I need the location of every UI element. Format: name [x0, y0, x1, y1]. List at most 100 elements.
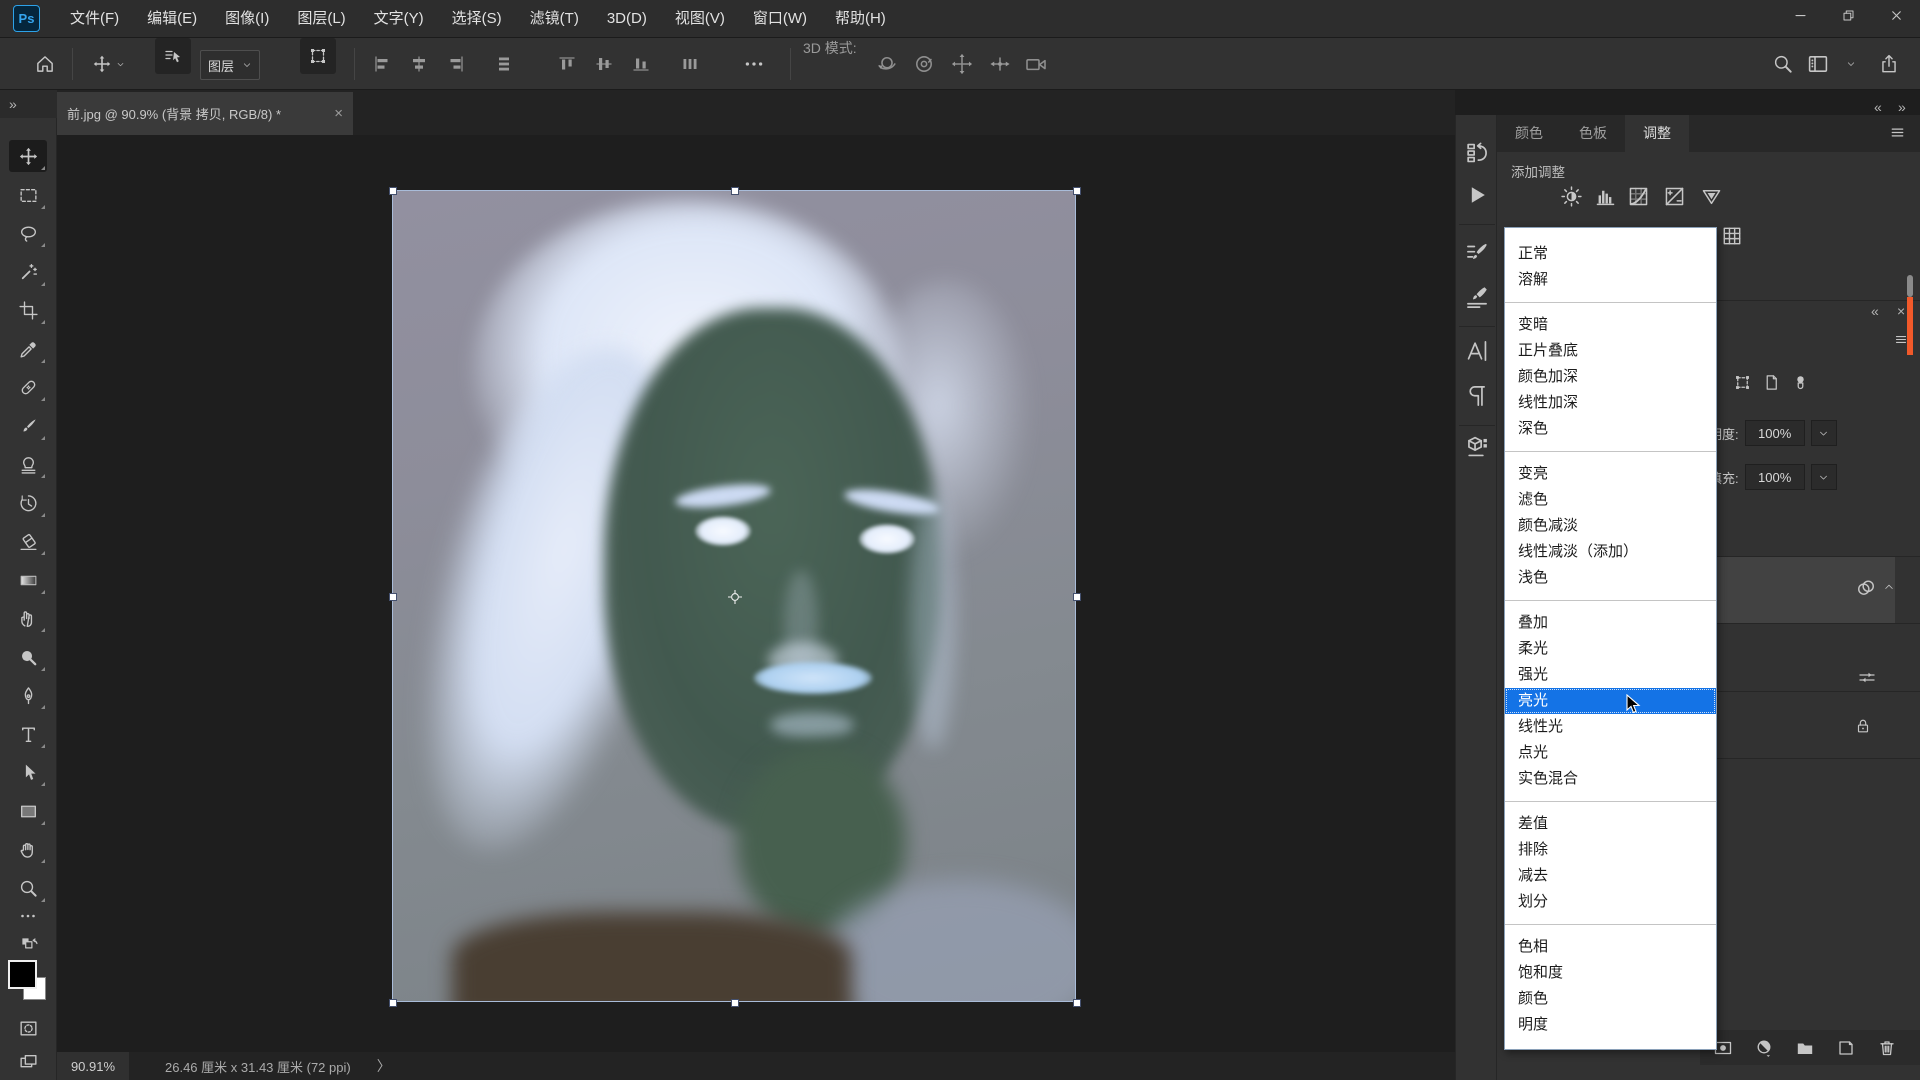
blend-mode-option[interactable]: 滤色	[1505, 487, 1716, 513]
adjustment-layer-icon[interactable]	[1754, 1038, 1774, 1058]
restore-button[interactable]	[1824, 0, 1872, 30]
new-layer-icon[interactable]	[1836, 1038, 1856, 1058]
blend-mode-option[interactable]: 浅色	[1505, 565, 1716, 591]
blend-mode-option[interactable]: 亮光	[1505, 688, 1716, 714]
curves-icon[interactable]	[1627, 185, 1650, 208]
distribute-h-icon[interactable]	[680, 54, 700, 74]
spot-healing-tool[interactable]	[9, 371, 47, 403]
fill-chevron-icon[interactable]	[1811, 464, 1837, 490]
blend-mode-option[interactable]: 颜色	[1505, 986, 1716, 1012]
character-icon[interactable]	[1464, 338, 1490, 364]
menu-item[interactable]: 文字(Y)	[360, 0, 438, 37]
clone-stamp-tool[interactable]	[9, 448, 47, 480]
blend-mode-option[interactable]: 正片叠底	[1505, 338, 1716, 364]
blend-mode-option[interactable]: 实色混合	[1505, 766, 1716, 792]
close-tab-icon[interactable]: ×	[334, 105, 343, 122]
lasso-tool[interactable]	[9, 217, 47, 249]
blend-mode-option[interactable]: 柔光	[1505, 636, 1716, 662]
menu-item[interactable]: 图像(I)	[211, 0, 283, 37]
chevron-up-icon[interactable]	[1883, 581, 1895, 593]
status-options-icon[interactable]: 〉	[377, 1056, 391, 1076]
pen-tool[interactable]	[9, 679, 47, 711]
slide-3d-icon[interactable]	[988, 52, 1012, 76]
history-brush-tool[interactable]	[9, 487, 47, 519]
blend-mode-option[interactable]: 划分	[1505, 889, 1716, 915]
auto-select-toggle[interactable]	[155, 38, 191, 74]
align-right-icon[interactable]	[446, 54, 466, 74]
history-icon[interactable]	[1464, 140, 1490, 166]
blend-mode-option[interactable]: 强光	[1505, 662, 1716, 688]
magic-wand-tool[interactable]	[9, 256, 47, 288]
menu-item[interactable]: 文件(F)	[56, 0, 133, 37]
transform-controls-toggle[interactable]	[300, 38, 336, 74]
home-icon[interactable]	[34, 53, 56, 75]
type-tool[interactable]	[9, 718, 47, 750]
panel-tab-色板[interactable]: 色板	[1561, 115, 1625, 152]
share-icon[interactable]	[1878, 53, 1900, 75]
move-tool[interactable]	[9, 140, 47, 172]
brush-tool[interactable]	[9, 410, 47, 442]
blend-mode-option[interactable]: 色相	[1505, 934, 1716, 960]
workspace-icon[interactable]	[1806, 52, 1830, 76]
selected-layer-row[interactable]	[1703, 557, 1895, 623]
gradient-tool[interactable]	[9, 564, 47, 596]
blend-mode-option[interactable]: 深色	[1505, 416, 1716, 442]
orbit-3d-icon[interactable]	[875, 52, 899, 76]
exposure-icon[interactable]	[1663, 185, 1686, 208]
panel-tab-调整[interactable]: 调整	[1625, 115, 1689, 152]
blend-mode-option[interactable]: 叠加	[1505, 610, 1716, 636]
scrollbar-orange-segment[interactable]	[1907, 297, 1913, 355]
blend-mode-option[interactable]: 差值	[1505, 811, 1716, 837]
blend-mode-option[interactable]: 变亮	[1505, 461, 1716, 487]
brushes-icon[interactable]	[1464, 284, 1490, 310]
toggle-pin-icon[interactable]	[1791, 373, 1810, 392]
ellipsis-icon[interactable]	[743, 53, 765, 75]
blend-mode-option[interactable]: 明度	[1505, 1012, 1716, 1038]
chevron-down-icon[interactable]	[1846, 59, 1856, 69]
foreground-background-swatch[interactable]	[8, 960, 50, 1004]
edit-toolbar-icon[interactable]	[18, 906, 38, 926]
pan-3d-icon[interactable]	[950, 52, 974, 76]
layer-target-select[interactable]: 图层	[200, 50, 260, 80]
quick-mask-icon[interactable]	[18, 1018, 39, 1039]
align-left-icon[interactable]	[372, 54, 392, 74]
smudge-tool[interactable]	[9, 602, 47, 634]
actions-play-icon[interactable]	[1464, 182, 1490, 208]
distribute-v-icon[interactable]	[494, 54, 514, 74]
paragraph-icon[interactable]	[1464, 383, 1490, 409]
brush-settings-icon[interactable]	[1464, 240, 1490, 266]
document-image[interactable]	[392, 190, 1076, 1002]
close-group-icon[interactable]: ×	[1897, 303, 1905, 319]
swap-colors-icon[interactable]	[20, 936, 39, 955]
blend-mode-option[interactable]: 颜色加深	[1505, 364, 1716, 390]
search-icon[interactable]	[1772, 53, 1794, 75]
rectangle-tool[interactable]	[9, 795, 47, 827]
eraser-tool[interactable]	[9, 525, 47, 557]
blend-mode-option[interactable]: 点光	[1505, 740, 1716, 766]
menu-item[interactable]: 窗口(W)	[739, 0, 821, 37]
blend-mode-option[interactable]: 线性加深	[1505, 390, 1716, 416]
trash-icon[interactable]	[1877, 1038, 1897, 1058]
brightness-contrast-icon[interactable]	[1560, 185, 1583, 208]
zoom-level-field[interactable]: 90.91%	[57, 1052, 129, 1080]
align-middle-icon[interactable]	[594, 54, 614, 74]
scrollbar-thumb[interactable]	[1907, 275, 1913, 297]
zoom-tool[interactable]	[9, 872, 47, 904]
blend-mode-option[interactable]: 排除	[1505, 837, 1716, 863]
panel-menu-icon[interactable]	[1889, 125, 1906, 140]
opacity-chevron-icon[interactable]	[1811, 420, 1837, 446]
blend-mode-option[interactable]: 正常	[1505, 241, 1716, 267]
screen-mode-icon[interactable]	[18, 1052, 39, 1073]
panel-tab-颜色[interactable]: 颜色	[1497, 115, 1561, 152]
color-lookup-icon[interactable]	[1721, 225, 1743, 247]
blend-mode-option[interactable]: 饱和度	[1505, 960, 1716, 986]
blend-mode-option[interactable]: 溶解	[1505, 267, 1716, 293]
blend-mode-option[interactable]: 颜色减淡	[1505, 513, 1716, 539]
dodge-tool[interactable]	[9, 641, 47, 673]
marquee-tool[interactable]	[9, 179, 47, 211]
path-selection-tool[interactable]	[9, 756, 47, 788]
expand-dock-icon[interactable]: »	[1898, 99, 1906, 115]
blend-mode-option[interactable]: 线性减淡（添加）	[1505, 539, 1716, 565]
blend-mode-option[interactable]: 减去	[1505, 863, 1716, 889]
3d-cube-icon[interactable]	[1464, 434, 1490, 460]
